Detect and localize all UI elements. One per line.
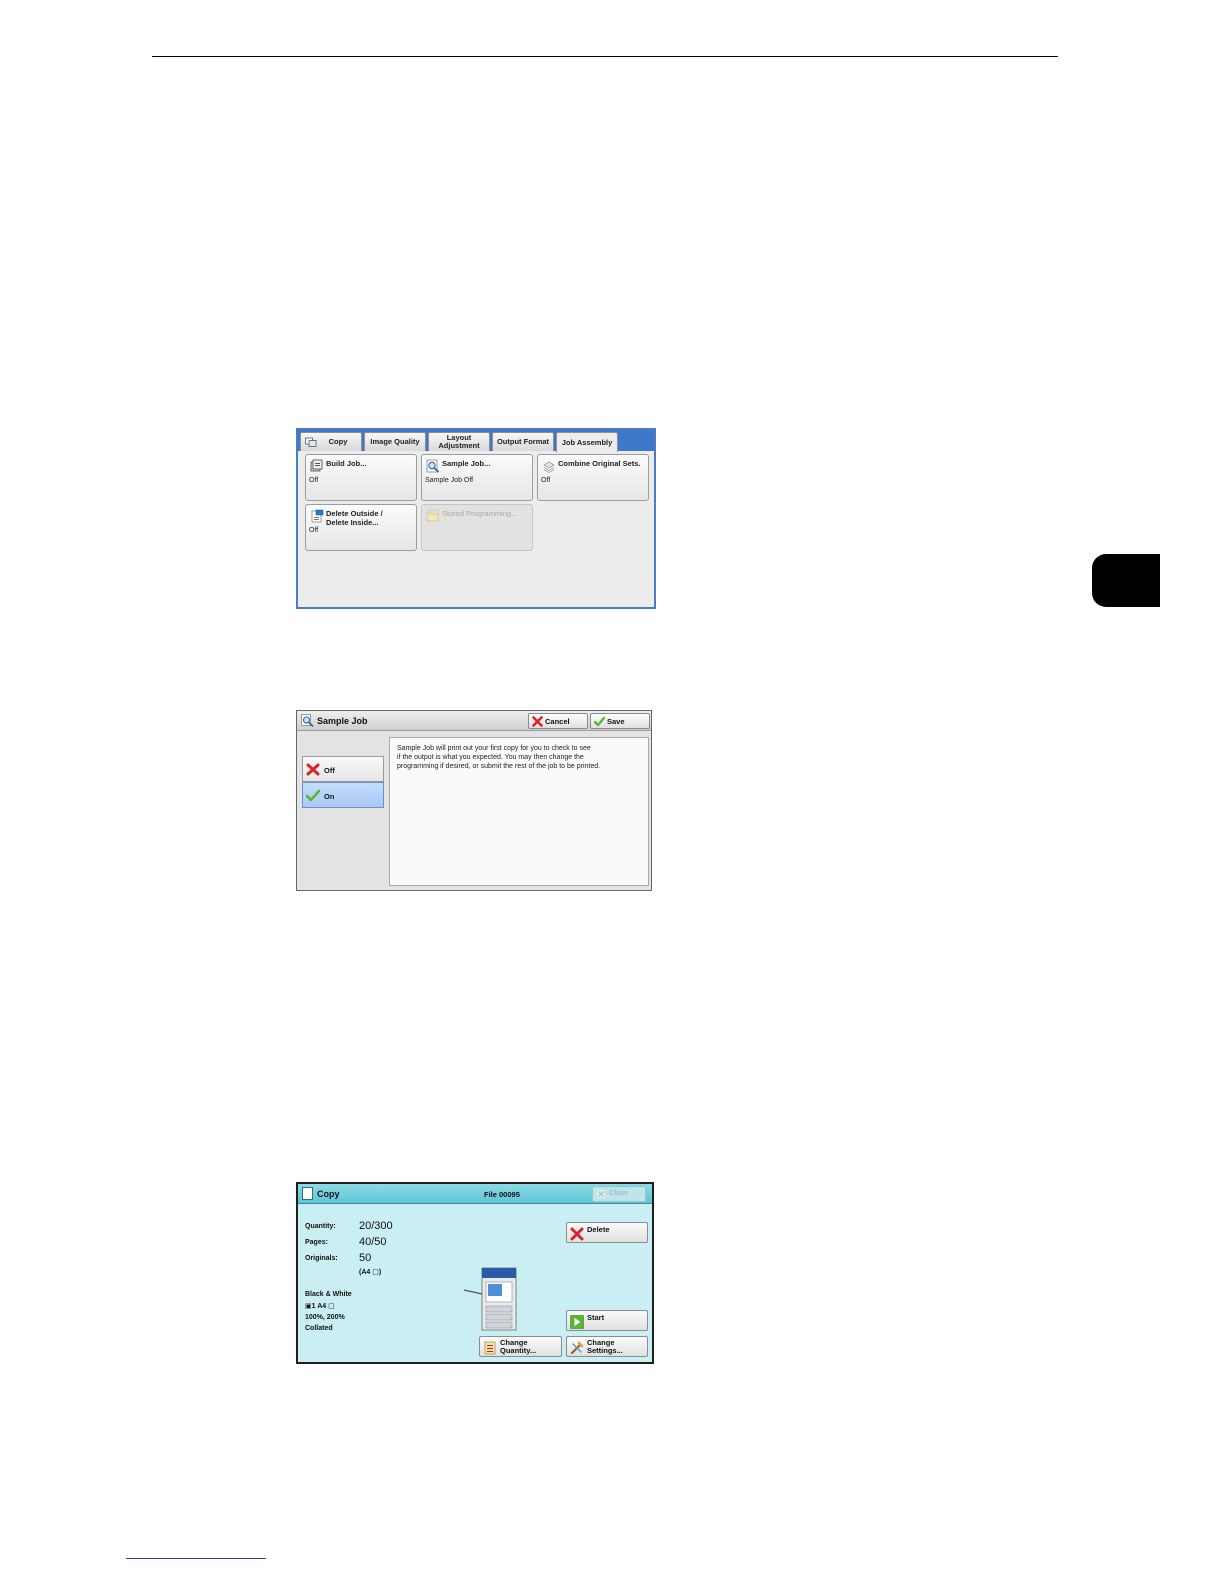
change-settings-button[interactable]: Change Settings... [566, 1336, 648, 1357]
copy-header: Copy File 00095 Close [298, 1184, 652, 1204]
build-job-button[interactable]: Build Job... Off [305, 454, 417, 501]
option-on[interactable]: On [302, 782, 384, 808]
tab-label: Output Format [496, 437, 550, 446]
pages-label: Pages: [305, 1239, 328, 1246]
button-label: Save [607, 717, 625, 726]
tab-image-quality[interactable]: Image Quality [364, 432, 426, 451]
cancel-x-icon [532, 716, 543, 727]
copy-status-screen: Copy File 00095 Close Quantity: 20/300 P… [296, 1182, 654, 1364]
setting-reduce-enlarge: 100%, 200% [305, 1314, 345, 1321]
label-line: Delete Outside / [326, 509, 383, 518]
label-line: Delete Inside... [326, 518, 379, 527]
setting-output: Collated [305, 1325, 333, 1332]
dialog-title: Sample Job [317, 716, 368, 726]
button-label: Start [587, 1313, 605, 1322]
button-label: Build Job... [326, 459, 367, 468]
description-text: Sample Job will print out your first cop… [397, 744, 637, 771]
file-number: File 00095 [484, 1190, 520, 1199]
label-line: Settings... [587, 1346, 623, 1355]
document-icon [302, 1187, 313, 1200]
magnifier-icon [301, 714, 314, 727]
tab-label: Job Assembly [561, 437, 613, 447]
change-settings-icon [570, 1341, 584, 1355]
button-label: Change Settings... [587, 1339, 623, 1355]
cancel-button[interactable]: Cancel [528, 713, 588, 729]
change-quantity-icon [484, 1341, 496, 1355]
quantity-label: Quantity: [305, 1223, 336, 1230]
tab-label: Layout Adjustment [438, 433, 480, 450]
button-label: Cancel [545, 717, 570, 726]
build-job-icon [310, 459, 323, 472]
button-value: Off [309, 527, 319, 534]
button-label: Delete [587, 1225, 610, 1234]
magnifier-icon [426, 459, 440, 473]
originals-size: (A4 ▢) [359, 1269, 382, 1276]
option-label: On [324, 792, 335, 801]
change-quantity-button[interactable]: Change Quantity... [479, 1336, 562, 1357]
tab-copy[interactable]: Copy [300, 432, 362, 451]
page-header-rule [152, 56, 1058, 57]
tab-job-assembly[interactable]: Job Assembly [556, 432, 618, 452]
option-off[interactable]: Off [302, 756, 384, 782]
tab-label: Copy [328, 437, 348, 446]
save-check-icon [594, 716, 605, 727]
label-line: Quantity... [500, 1346, 537, 1355]
copy-icon [305, 437, 317, 447]
pages-value: 40/50 [359, 1236, 387, 1248]
delete-area-icon [311, 509, 324, 523]
tab-label: Image Quality [370, 437, 420, 446]
start-button[interactable]: Start [566, 1310, 648, 1331]
sample-job-button[interactable]: Sample Job... Sample Job Off [421, 454, 533, 501]
close-button[interactable]: Close [592, 1186, 646, 1202]
tab-output-format[interactable]: Output Format [492, 432, 554, 451]
setting-color-mode: Black & White [305, 1291, 352, 1298]
tab-layout-adjustment[interactable]: Layout Adjustment [428, 432, 490, 451]
button-label: Delete Outside / Delete Inside... [326, 509, 383, 527]
dialog-header: Sample Job Cancel Save [297, 711, 651, 731]
button-label: Close [609, 1190, 629, 1197]
button-label: Sample Job... [442, 459, 491, 468]
job-assembly-screen: Copy Image Quality Layout Adjustment Out… [296, 428, 656, 609]
delete-x-icon [570, 1227, 584, 1241]
description-panel: Sample Job will print out your first cop… [389, 737, 649, 886]
button-value: Off [309, 477, 319, 484]
printer-illustration-icon [463, 1267, 517, 1331]
footer-link-underline [126, 1558, 266, 1559]
start-play-icon [570, 1315, 584, 1329]
close-icon [596, 1189, 606, 1199]
description-line: Sample Job will print out your first cop… [397, 745, 591, 752]
button-value: Sample Job Off [425, 477, 474, 484]
option-label: Off [324, 766, 335, 775]
quantity-value: 20/300 [359, 1220, 393, 1232]
description-line: if the output is what you expected. You … [397, 754, 584, 761]
button-label: Change Quantity... [500, 1339, 536, 1355]
sample-job-dialog: Sample Job Cancel Save Off On Sample Job… [296, 710, 652, 891]
button-label: Stored Programming... [442, 509, 518, 518]
stored-programming-icon [426, 509, 439, 522]
button-label: Combine Original Sets. [558, 459, 641, 468]
stack-icon [543, 461, 555, 473]
button-value: Off [541, 477, 551, 484]
off-x-icon [306, 763, 320, 776]
screen-title: Copy [317, 1189, 340, 1199]
on-check-icon [306, 789, 320, 802]
chapter-thumb-tab [1092, 554, 1160, 607]
combine-original-sets-button[interactable]: Combine Original Sets. Off [537, 454, 649, 501]
originals-value: 50 [359, 1252, 372, 1264]
description-line: programming if desired, or submit the re… [397, 763, 601, 770]
delete-button[interactable]: Delete [566, 1222, 648, 1243]
delete-outside-inside-button[interactable]: Delete Outside / Delete Inside... Off [305, 504, 417, 551]
save-button[interactable]: Save [590, 713, 650, 729]
originals-label: Originals: [305, 1255, 338, 1262]
setting-paper: ▣1 A4 ▢ [305, 1303, 335, 1310]
stored-programming-button[interactable]: Stored Programming... [421, 504, 533, 551]
